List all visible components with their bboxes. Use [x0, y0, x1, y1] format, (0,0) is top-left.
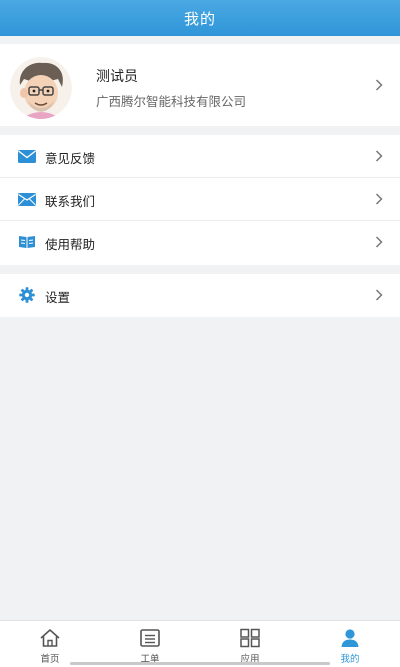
feedback-item[interactable]: 意见反馈 [0, 135, 400, 178]
chevron-right-icon [372, 149, 386, 163]
chevron-right-icon [372, 288, 386, 302]
chevron-right-icon [372, 192, 386, 206]
profile-card[interactable]: 测试员 广西腾尔智能科技有限公司 [0, 44, 400, 126]
tab-home[interactable]: 首页 [0, 621, 100, 667]
envelope-icon [18, 191, 36, 207]
contact-us-label: 联系我们 [45, 194, 96, 209]
settings-item[interactable]: 设置 [0, 274, 400, 317]
gear-icon [18, 287, 36, 303]
mail-icon [18, 148, 36, 164]
menu-list: 意见反馈 联系我们 使用帮助 [0, 135, 400, 265]
grid-icon [239, 628, 261, 648]
avatar[interactable] [10, 57, 72, 119]
tab-apps[interactable]: 应用 [200, 621, 300, 667]
home-icon [39, 628, 61, 648]
feedback-label: 意见反馈 [45, 151, 96, 166]
help-item[interactable]: 使用帮助 [0, 221, 400, 264]
page-title: 我的 [183, 9, 216, 28]
tab-home-label: 首页 [40, 654, 60, 665]
book-icon [18, 234, 36, 250]
settings-label: 设置 [45, 290, 71, 305]
top-bar: 我的 [0, 0, 400, 36]
chevron-right-icon[interactable] [372, 78, 386, 92]
tab-mine[interactable]: 我的 [300, 621, 400, 667]
user-name: 测试员 [96, 69, 138, 85]
contact-us-item[interactable]: 联系我们 [0, 178, 400, 221]
chevron-right-icon [372, 235, 386, 249]
tab-work-order[interactable]: 工单 [100, 621, 200, 667]
bottom-tab-bar: 首页 工单 应用 我的 [0, 620, 400, 667]
user-company: 广西腾尔智能科技有限公司 [96, 94, 247, 109]
list-icon [139, 628, 161, 648]
tab-mine-label: 我的 [340, 654, 360, 665]
home-indicator [70, 662, 330, 665]
person-icon [339, 628, 361, 648]
help-label: 使用帮助 [45, 237, 96, 252]
